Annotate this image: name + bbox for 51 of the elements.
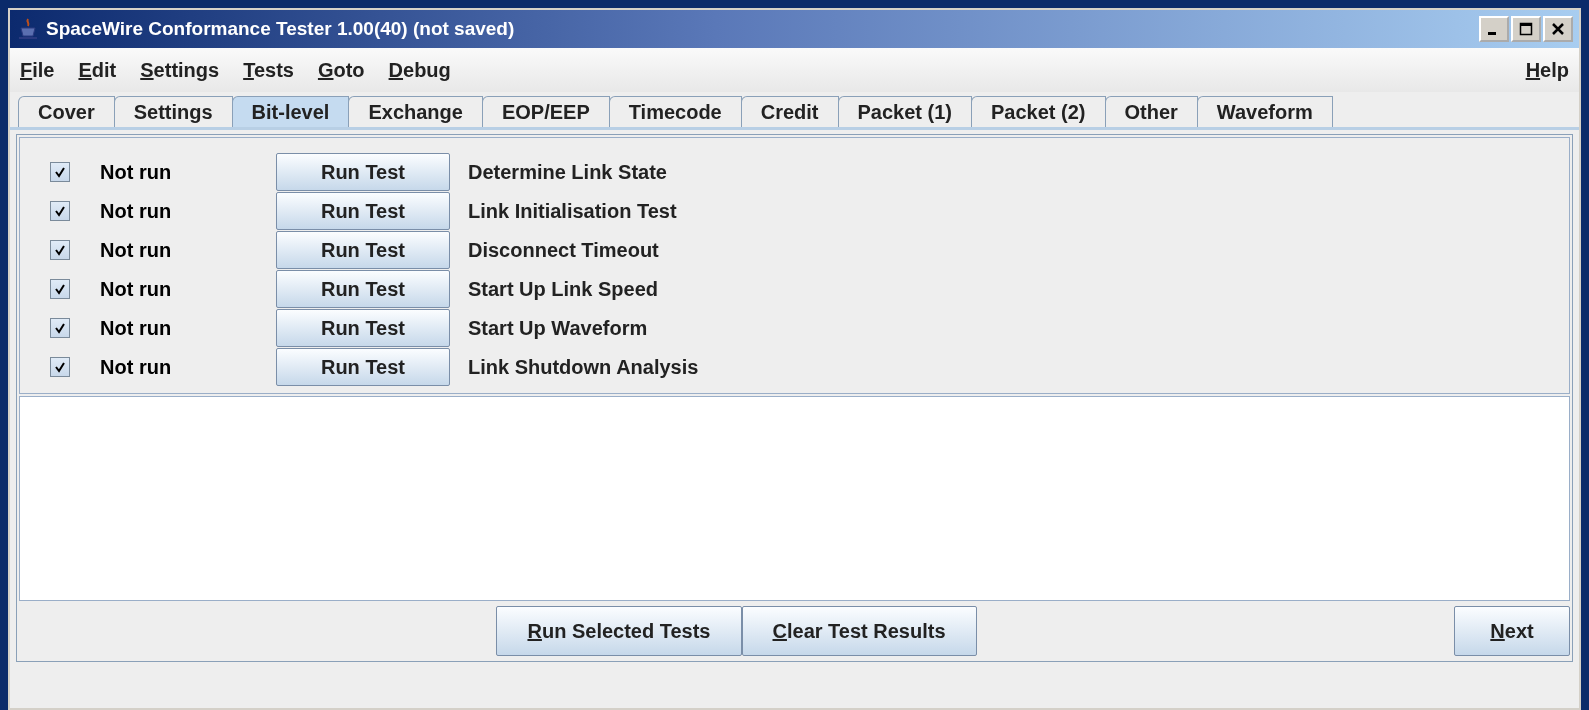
next-button[interactable]: Next (1454, 606, 1570, 656)
checkmark-icon (54, 322, 66, 334)
menu-item[interactable]: File (20, 58, 55, 82)
action-button[interactable]: Clear Test Results (741, 606, 977, 656)
tab[interactable]: Cover (18, 96, 115, 127)
checkmark-icon (54, 166, 66, 178)
close-button[interactable] (1543, 16, 1573, 42)
test-name: Start Up Waveform (468, 316, 648, 340)
checkbox[interactable] (50, 318, 70, 338)
checkbox[interactable] (50, 279, 70, 299)
run-test-button[interactable]: Run Test (276, 309, 450, 347)
test-status: Not run (100, 355, 173, 379)
checkmark-icon (54, 244, 66, 256)
test-status: Not run (100, 199, 173, 223)
minimize-button[interactable] (1479, 16, 1509, 42)
tab[interactable]: Waveform (1196, 96, 1333, 127)
menu-item[interactable]: Edit (78, 58, 117, 82)
run-test-button[interactable]: Run Test (276, 153, 450, 191)
test-name: Disconnect Timeout (468, 238, 659, 262)
menu-item[interactable]: Debug (388, 58, 451, 82)
run-test-button[interactable]: Run Test (276, 192, 450, 230)
run-test-button[interactable]: Run Test (276, 270, 450, 308)
checkmark-icon (54, 361, 66, 373)
checkbox[interactable] (50, 357, 70, 377)
test-status: Not run (100, 277, 173, 301)
checkbox[interactable] (50, 240, 70, 260)
run-test-button[interactable]: Run Test (276, 348, 450, 386)
close-icon (1550, 21, 1566, 37)
test-name: Determine Link State (468, 160, 667, 184)
test-name: Link Initialisation Test (468, 199, 677, 223)
menu-item[interactable]: Goto (317, 58, 365, 82)
test-status: Not run (100, 160, 173, 184)
menu-item[interactable]: Help (1525, 58, 1569, 82)
test-name: Start Up Link Speed (468, 277, 659, 301)
window-title: SpaceWire Conformance Tester 1.00(40) (not saved) (46, 18, 515, 40)
checkbox[interactable] (50, 201, 70, 221)
checkmark-icon (54, 283, 66, 295)
maximize-icon (1518, 21, 1534, 37)
maximize-button[interactable] (1511, 16, 1541, 42)
menu-item[interactable]: Tests (243, 58, 294, 82)
cup-icon (16, 17, 40, 41)
run-test-button[interactable]: Run Test (276, 231, 450, 269)
menu-item[interactable]: Settings (140, 58, 220, 82)
minimize-icon (1488, 31, 1496, 35)
test-name: Link Shutdown Analysis (468, 355, 699, 379)
action-button[interactable]: Run Selected Tests (496, 606, 742, 656)
checkbox[interactable] (50, 162, 70, 182)
test-status: Not run (100, 238, 173, 262)
test-status: Not run (100, 316, 173, 340)
checkmark-icon (54, 205, 66, 217)
tab[interactable]: Bit-level (231, 96, 350, 127)
